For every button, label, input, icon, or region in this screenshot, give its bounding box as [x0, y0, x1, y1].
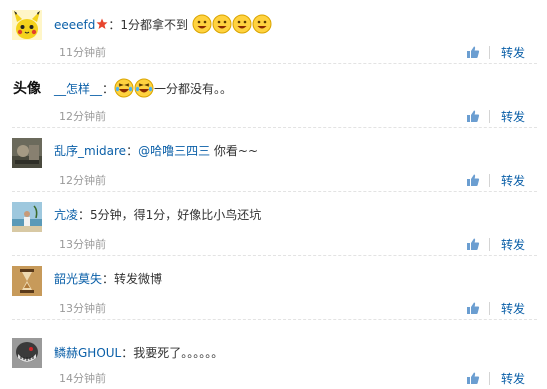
comment-text-line: 乱序_midare：@哈噜三四三 你看~~	[54, 142, 487, 160]
comment-text-line: eeeefd ：1分都拿不到	[54, 14, 487, 34]
laughing-tears-emoji-icon	[114, 78, 134, 98]
comment-text: 一分都没有。。	[154, 82, 233, 96]
beach-avatar-icon	[12, 202, 42, 232]
user-avatar[interactable]	[12, 266, 42, 296]
user-avatar[interactable]	[12, 10, 42, 40]
comment-text-line: 韶光莫失：转发微博	[54, 270, 487, 288]
comment-colon: ：	[121, 346, 134, 360]
comment-colon: ：	[78, 208, 91, 222]
comment-username[interactable]: 亢凌	[54, 208, 78, 222]
pikachu-avatar-icon	[12, 10, 42, 40]
comment-text: 你看~~	[210, 144, 259, 158]
thumbs-up-icon[interactable]	[466, 301, 480, 315]
comment-item: eeeefd ：1分都拿不到 11分钟前 转发	[0, 0, 547, 64]
photo-avatar-icon	[12, 138, 42, 168]
user-avatar[interactable]: 头像	[12, 74, 42, 104]
repost-button[interactable]: 转发	[501, 44, 525, 61]
thumbs-up-icon[interactable]	[466, 109, 480, 123]
laughing-tears-emoji-icon	[134, 78, 154, 98]
comment-time: 12分钟前	[59, 174, 106, 187]
grin-face-emoji-icon	[232, 14, 252, 34]
comment-text-line: 鳞赫GHOUL：我要死了。。。。。。	[54, 344, 487, 362]
action-divider	[488, 45, 490, 59]
grin-face-emoji-icon	[252, 14, 272, 34]
comment-time: 13分钟前	[59, 238, 106, 251]
comment-time: 13分钟前	[59, 302, 106, 315]
thumbs-up-icon[interactable]	[466, 173, 480, 187]
comment-actions: 转发	[466, 172, 525, 188]
mention-link[interactable]: @哈噜三四三	[138, 144, 210, 158]
comment-username[interactable]: eeeefd	[54, 18, 95, 32]
comment-colon: ：	[102, 272, 115, 286]
comment-actions: 转发	[466, 370, 525, 386]
user-avatar[interactable]	[12, 202, 42, 232]
action-divider	[488, 371, 490, 385]
thumbs-up-icon[interactable]	[466, 45, 480, 59]
repost-button[interactable]: 转发	[501, 108, 525, 125]
comment-colon: ：	[108, 18, 121, 32]
comment-actions: 转发	[466, 300, 525, 316]
user-avatar[interactable]	[12, 338, 42, 368]
comment-username[interactable]: 乱序_midare	[54, 144, 126, 158]
thumbs-up-icon[interactable]	[466, 371, 480, 385]
comment-text-line: __怎样__： 一分都没有。。	[54, 78, 487, 98]
comment-text: 转发微博	[114, 272, 163, 286]
comment-text: 1分都拿不到	[120, 18, 189, 32]
comment-actions: 转发	[466, 108, 525, 124]
action-divider	[488, 301, 490, 315]
comment-text: 我要死了。。。。。。	[133, 346, 224, 360]
comment-username[interactable]: 韶光莫失	[54, 272, 102, 286]
comment-item: 韶光莫失：转发微博 13分钟前 转发	[0, 256, 547, 320]
action-divider	[488, 109, 490, 123]
repost-button[interactable]: 转发	[501, 370, 525, 387]
repost-button[interactable]: 转发	[501, 236, 525, 253]
comment-actions: 转发	[466, 44, 525, 60]
user-avatar[interactable]	[12, 138, 42, 168]
comment-time: 11分钟前	[59, 46, 106, 59]
comment-time: 12分钟前	[59, 110, 106, 123]
comment-text-line: 亢凌：5分钟，得1分，好像比小鸟还坑	[54, 206, 487, 224]
comment-colon: ：	[102, 82, 115, 96]
thumbs-up-icon[interactable]	[466, 237, 480, 251]
comment-username[interactable]: __怎样__	[54, 82, 102, 96]
grin-face-emoji-icon	[212, 14, 232, 34]
comment-actions: 转发	[466, 236, 525, 252]
emoji-group	[188, 14, 272, 34]
comment-time: 14分钟前	[59, 372, 106, 385]
comment-item: 鳞赫GHOUL：我要死了。。。。。。 14分钟前 转发	[0, 320, 547, 386]
emoji-group	[114, 78, 154, 98]
repost-button[interactable]: 转发	[501, 300, 525, 317]
comment-username[interactable]: 鳞赫GHOUL	[54, 346, 121, 360]
vip-star-icon	[96, 18, 108, 29]
action-divider	[488, 173, 490, 187]
comment-item: 头像 __怎样__： 一分都没有。。 12分钟前 转发	[0, 64, 547, 128]
comment-list: eeeefd ：1分都拿不到 11分钟前 转发 头像 __怎样__： 一分都没有。。…	[0, 0, 547, 389]
hourglass-avatar-icon	[12, 266, 42, 296]
comment-item: 乱序_midare：@哈噜三四三 你看~~ 12分钟前 转发	[0, 128, 547, 192]
repost-button[interactable]: 转发	[501, 172, 525, 189]
grin-face-emoji-icon	[192, 14, 212, 34]
comment-text: 5分钟，得1分，好像比小鸟还坑	[90, 208, 262, 222]
comment-item: 亢凌：5分钟，得1分，好像比小鸟还坑 13分钟前 转发	[0, 192, 547, 256]
action-divider	[488, 237, 490, 251]
comment-colon: ：	[126, 144, 139, 158]
mask-avatar-icon	[12, 338, 42, 368]
